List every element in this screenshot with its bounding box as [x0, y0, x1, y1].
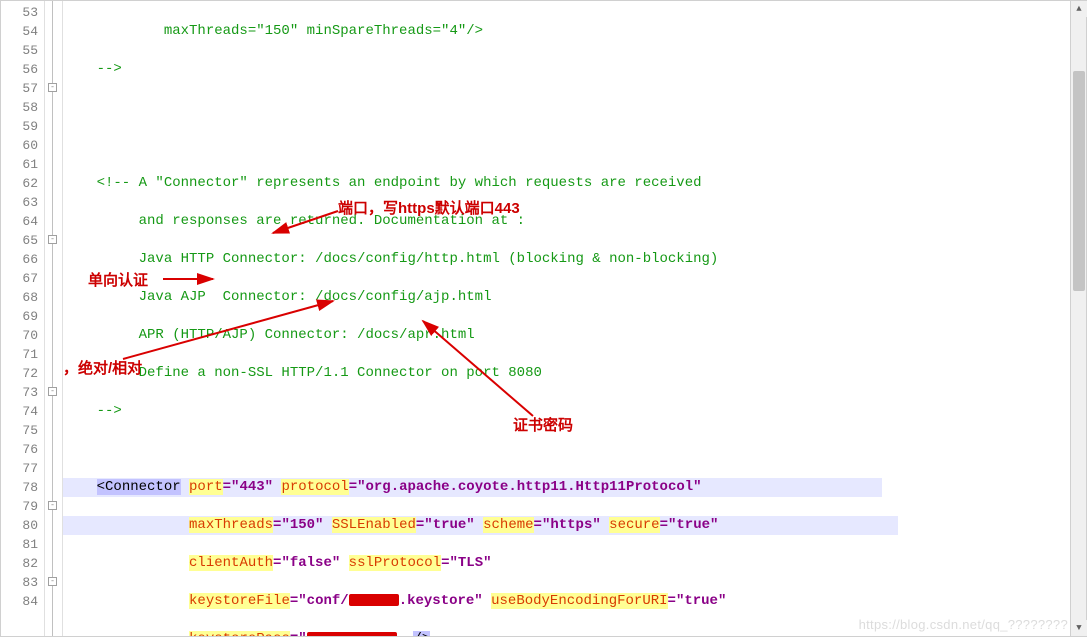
val-sslprotocol: "TLS" [450, 555, 492, 571]
line-number: 77 [1, 459, 38, 478]
code-text: Java HTTP Connector: /docs/config/http.h… [63, 251, 718, 267]
line-number: 81 [1, 535, 38, 554]
val-scheme: "https" [542, 517, 601, 533]
line-number: 70 [1, 326, 38, 345]
attr-sslprotocol: sslProtocol [349, 555, 441, 571]
fold-minus-icon[interactable]: - [48, 83, 57, 92]
code-text: --> [63, 61, 122, 77]
redacted-block [349, 594, 399, 606]
attr-clientauth: clientAuth [189, 555, 273, 571]
line-number: 53 [1, 3, 38, 22]
fold-minus-icon[interactable]: - [48, 387, 57, 396]
line-number: 55 [1, 41, 38, 60]
tag-close: /> [413, 631, 430, 636]
line-number: 71 [1, 345, 38, 364]
line-number: 82 [1, 554, 38, 573]
val-secure: "true" [668, 517, 718, 533]
line-number-gutter: 5354555657585960616263646566676869707172… [1, 1, 45, 636]
scroll-up-icon[interactable]: ▲ [1071, 1, 1086, 17]
line-number: 58 [1, 98, 38, 117]
scroll-thumb[interactable] [1073, 71, 1085, 291]
attr-usebodyencoding: useBodyEncodingForURI [491, 593, 667, 609]
code-text: and responses are returned. Documentatio… [63, 213, 525, 229]
attr-keystorepass: keystorePass [189, 631, 290, 636]
line-number: 72 [1, 364, 38, 383]
code-text: Define a non-SSL HTTP/1.1 Connector on p… [63, 365, 542, 381]
line-number: 68 [1, 288, 38, 307]
attr-sslenabled: SSLEnabled [332, 517, 416, 533]
fold-minus-icon[interactable]: - [48, 577, 57, 586]
line-number: 83 [1, 573, 38, 592]
code-text: <!-- A "Connector" represents an endpoin… [63, 175, 702, 191]
fold-minus-icon[interactable]: - [48, 235, 57, 244]
line-number: 74 [1, 402, 38, 421]
code-text: APR (HTTP/AJP) Connector: /docs/apr.html [63, 327, 475, 343]
line-number: 62 [1, 174, 38, 193]
fold-gutter[interactable]: - - - - - [45, 1, 63, 636]
annotation-arrows [63, 1, 1086, 636]
val-maxthreads: "150" [281, 517, 323, 533]
line-number: 57 [1, 79, 38, 98]
line-number: 80 [1, 516, 38, 535]
val-clientauth: "false" [281, 555, 340, 571]
attr-maxthreads: maxThreads [189, 517, 273, 533]
val-keystorefile: "conf/ [298, 593, 348, 609]
attr-protocol: protocol [281, 479, 348, 495]
line-number: 84 [1, 592, 38, 611]
vertical-scrollbar[interactable]: ▲ ▼ [1070, 1, 1086, 636]
line-number: 59 [1, 117, 38, 136]
val-protocol: "org.apache.coyote.http11.Http11Protocol… [357, 479, 701, 495]
line-number: 67 [1, 269, 38, 288]
attr-secure: secure [609, 517, 659, 533]
val-usebodyencoding: "true" [676, 593, 726, 609]
line-number: 69 [1, 307, 38, 326]
code-text: maxThreads="150" minSpareThreads="4"/> [63, 23, 483, 39]
fold-minus-icon[interactable]: - [48, 501, 57, 510]
val-keystorefile2: .keystore" [399, 593, 483, 609]
code-editor[interactable]: 5354555657585960616263646566676869707172… [1, 1, 1086, 636]
line-number: 64 [1, 212, 38, 231]
attr-port: port [189, 479, 223, 495]
attr-keystorefile: keystoreFile [189, 593, 290, 609]
code-text: Java AJP Connector: /docs/config/ajp.htm… [63, 289, 491, 305]
redacted-block [307, 632, 397, 636]
line-number: 76 [1, 440, 38, 459]
code-area[interactable]: maxThreads="150" minSpareThreads="4"/> -… [63, 1, 1086, 636]
code-text: --> [63, 403, 122, 419]
line-number: 73 [1, 383, 38, 402]
scroll-down-icon[interactable]: ▼ [1071, 620, 1086, 636]
line-number: 61 [1, 155, 38, 174]
line-number: 63 [1, 193, 38, 212]
val-sslenabled: "true" [424, 517, 474, 533]
val-keystorepass: " [298, 631, 306, 636]
line-number: 75 [1, 421, 38, 440]
line-number: 56 [1, 60, 38, 79]
line-number: 65 [1, 231, 38, 250]
val-port: "443" [231, 479, 273, 495]
line-number: 54 [1, 22, 38, 41]
attr-scheme: scheme [483, 517, 533, 533]
line-number: 66 [1, 250, 38, 269]
line-number: 78 [1, 478, 38, 497]
line-number: 79 [1, 497, 38, 516]
line-number: 60 [1, 136, 38, 155]
code-text: <Connector [97, 479, 181, 495]
